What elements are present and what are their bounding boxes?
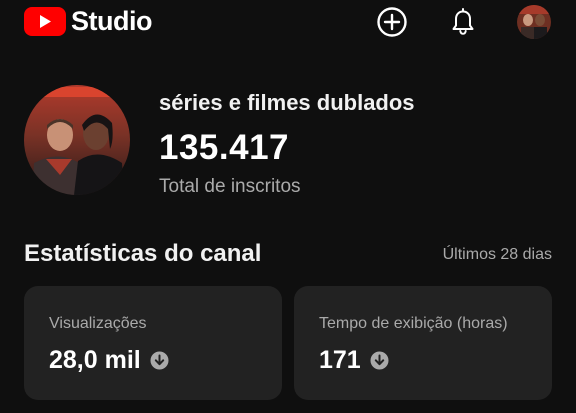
stats-section-title: Estatísticas do canal bbox=[24, 240, 262, 267]
channel-avatar[interactable] bbox=[24, 85, 130, 195]
views-card-value: 28,0 mil bbox=[49, 346, 141, 374]
views-card[interactable]: Visualizações 28,0 mil bbox=[24, 286, 282, 400]
views-card-label: Visualizações bbox=[49, 315, 147, 332]
create-plus-icon bbox=[377, 7, 407, 37]
stats-period: Últimos 28 dias bbox=[442, 246, 552, 263]
youtube-logo-icon bbox=[24, 7, 66, 36]
create-button[interactable] bbox=[376, 6, 408, 38]
subscriber-count: 135.417 bbox=[159, 128, 290, 167]
studio-logo[interactable]: Studio bbox=[24, 7, 152, 36]
studio-dashboard: Studio séries e filmes dublados 135.417 … bbox=[0, 0, 576, 413]
views-card-value-row: 28,0 mil bbox=[49, 346, 169, 375]
watch-time-card-label: Tempo de exibição (horas) bbox=[319, 315, 508, 332]
app-name: Studio bbox=[71, 6, 152, 36]
account-avatar-image bbox=[517, 5, 551, 39]
channel-avatar-image bbox=[24, 85, 130, 195]
watch-time-card-value: 171 bbox=[319, 346, 361, 374]
watch-time-card[interactable]: Tempo de exibição (horas) 171 bbox=[294, 286, 552, 400]
bell-icon bbox=[452, 8, 474, 35]
notifications-button[interactable] bbox=[447, 6, 479, 38]
account-avatar[interactable] bbox=[517, 5, 551, 39]
app-header: Studio bbox=[0, 0, 576, 44]
subscriber-label: Total de inscritos bbox=[159, 176, 301, 197]
watch-time-card-value-row: 171 bbox=[319, 346, 389, 375]
arrow-down-circle-icon bbox=[370, 351, 389, 370]
channel-name: séries e filmes dublados bbox=[159, 90, 415, 115]
arrow-down-circle-icon bbox=[150, 351, 169, 370]
